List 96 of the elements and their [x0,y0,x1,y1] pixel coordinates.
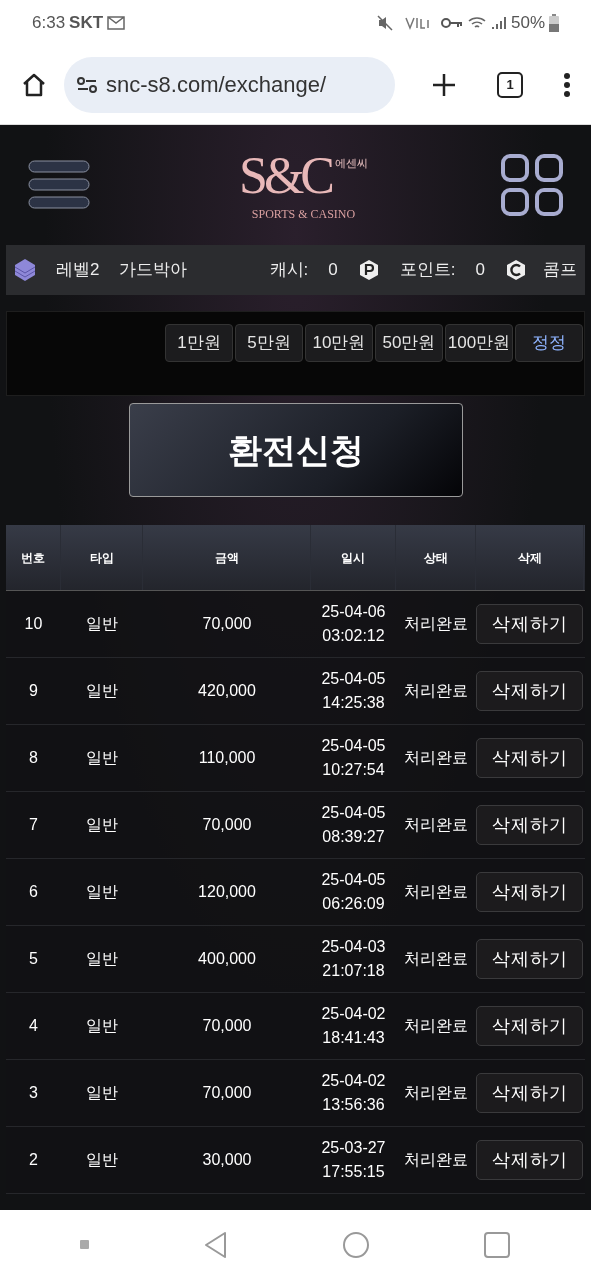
table-cell-text: 25-04-05 14:25:38 [320,669,387,713]
url-text: snc-s8.com/exchange/ [106,71,327,99]
table-cell-text: 4 [28,1016,39,1036]
table-cell-text: 처리완료 [403,614,469,634]
delete-button[interactable]: 삭제하기 [476,738,583,778]
table-cell-text: 처리완료 [403,1016,469,1036]
amount-button[interactable]: 정정 [515,324,583,362]
table-cell-text: 3 [28,1083,39,1103]
column-header: 상태 [423,549,448,567]
cash-label: 캐시: [269,259,309,282]
column-header: 삭제 [517,549,542,567]
table-cell-text: 70,000 [201,1016,253,1036]
comp-coin-icon[interactable] [505,259,527,281]
table-cell-text: 25-04-06 03:02:12 [320,602,387,646]
table-cell-text: 70,000 [201,815,253,835]
table-cell-text: 5 [28,949,39,969]
signal-icon [490,14,507,31]
amount-button[interactable]: 100만원 [445,324,513,362]
point-label: 포인트: [399,259,456,282]
point-value: 0 [475,259,485,282]
table-cell-text: 400,000 [197,949,257,969]
exchange-request-button[interactable]: 환전신청 [128,403,463,497]
table-cell-text: 처리완료 [403,882,469,902]
table-cell-text: 일반 [85,949,119,969]
table-cell-text: 30,000 [201,1150,253,1170]
table-cell-text: 일반 [85,1016,119,1036]
table-cell-text: 70,000 [201,1083,253,1103]
table-cell-text: 처리완료 [403,681,469,701]
menu-icon[interactable] [28,159,90,211]
table-cell-text: 일반 [85,681,119,701]
column-header: 타입 [89,549,114,567]
point-coin-icon[interactable] [357,259,380,281]
table-cell-text: 처리완료 [403,748,469,768]
table-cell-text: 10 [23,614,44,634]
table-cell-text: 25-03-27 17:55:15 [320,1138,387,1182]
battery-icon [549,13,559,32]
amount-button[interactable]: 1만원 [165,324,233,362]
column-header: 번호 [21,549,45,567]
delete-button[interactable]: 삭제하기 [476,1073,583,1113]
key-icon [440,15,463,30]
table-cell-text: 420,000 [197,681,257,701]
comp-label: 콤프 [543,259,577,282]
table-cell-text: 7 [28,815,39,835]
status-time: 6:33 [32,11,66,34]
mail-icon [107,15,126,30]
amount-button[interactable]: 50만원 [375,324,443,362]
table-cell-text: 처리완료 [403,949,469,969]
delete-button[interactable]: 삭제하기 [476,939,583,979]
new-tab-icon[interactable] [431,71,457,98]
table-cell-text: 120,000 [197,882,257,902]
table-cell-text: 일반 [85,815,119,835]
home-button-icon[interactable] [341,1231,370,1259]
delete-button[interactable]: 삭제하기 [476,872,583,912]
table-cell-text: 25-04-05 06:26:09 [320,870,387,914]
table-cell-text: 일반 [85,882,119,902]
mute-icon [376,14,393,31]
address-bar[interactable]: snc-s8.com/exchange/ [64,56,395,113]
table-cell-text: 110,000 [197,748,257,768]
more-icon[interactable] [563,71,571,98]
delete-button[interactable]: 삭제하기 [476,805,583,845]
table-cell-text: 처리완료 [403,815,469,835]
column-header: 금액 [214,549,239,567]
table-cell-text: 6 [28,882,39,902]
table-cell-text: 처리완료 [403,1150,469,1170]
table-cell-text: 25-04-03 21:07:18 [320,937,387,981]
level-gem-icon [14,258,36,282]
table-cell-text: 처리완료 [403,1083,469,1103]
tab-count[interactable]: 1 [497,71,523,98]
table-cell-text: 8 [28,748,39,768]
table-cell-text: 일반 [85,614,119,634]
table-cell-text: 일반 [85,1083,119,1103]
cash-value: 0 [328,259,338,282]
table-cell-text: 9 [28,681,39,701]
carrier-name: SKT [69,11,104,34]
delete-button[interactable]: 삭제하기 [476,1006,583,1046]
table-cell-text: 2 [28,1150,39,1170]
table-cell-text: 70,000 [201,614,253,634]
battery-percent: 50% [510,11,545,34]
wifi-icon [466,14,487,31]
recents-icon[interactable] [482,1231,511,1259]
column-header: 일시 [341,549,365,567]
grid-icon[interactable] [501,154,563,216]
table-cell-text: 일반 [85,1150,119,1170]
site-settings-icon[interactable] [76,75,98,94]
amount-button[interactable]: 5만원 [235,324,303,362]
nickname-text: 가드박아 [119,259,188,282]
table-cell-text: 25-04-05 10:27:54 [320,736,387,780]
amount-button[interactable]: 10만원 [305,324,373,362]
delete-button[interactable]: 삭제하기 [476,604,583,644]
delete-button[interactable]: 삭제하기 [476,671,583,711]
level-text: 레벨2 [56,259,100,282]
delete-button[interactable]: 삭제하기 [476,1140,583,1180]
table-cell-text: 25-04-05 08:39:27 [320,803,387,847]
table-cell-text: 25-04-02 13:56:36 [320,1071,387,1115]
table-cell-text: 일반 [85,748,119,768]
table-cell-text: 25-04-02 18:41:43 [320,1004,387,1048]
